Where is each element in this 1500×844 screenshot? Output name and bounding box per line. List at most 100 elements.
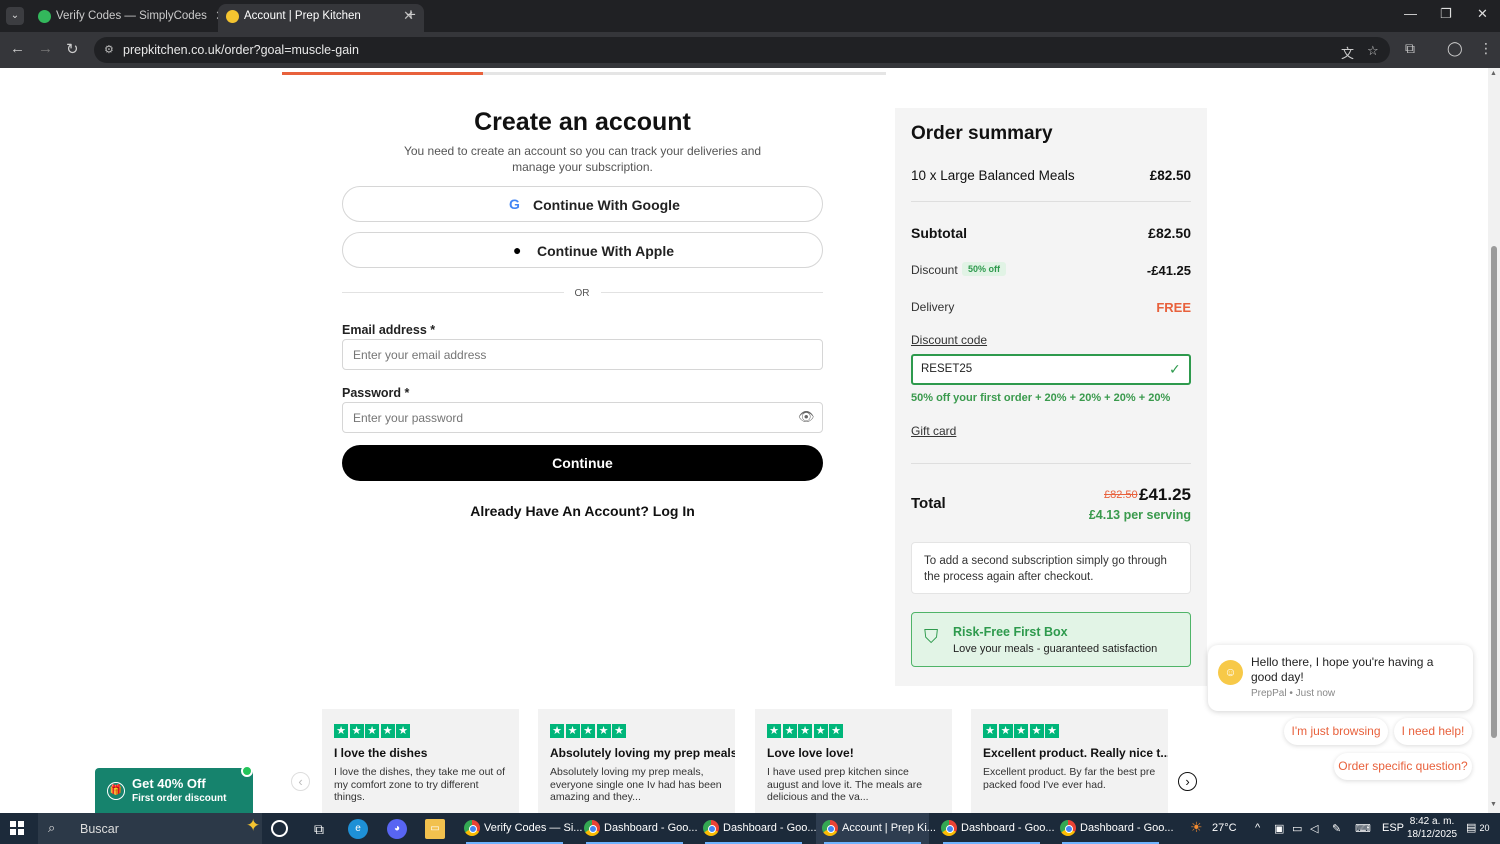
url-text[interactable]: prepkitchen.co.uk/order?goal=muscle-gain xyxy=(123,43,359,57)
file-explorer-icon[interactable]: ▭ xyxy=(425,819,445,839)
google-icon: G xyxy=(509,196,520,212)
edge-icon[interactable]: e xyxy=(348,819,368,839)
search-icon: ⌕ xyxy=(48,820,56,835)
forward-icon[interactable]: → xyxy=(38,40,53,57)
star-icon: ★ xyxy=(1045,724,1059,738)
gift-card-link[interactable]: Gift card xyxy=(911,424,956,438)
star-icon: ★ xyxy=(767,724,781,738)
order-summary-title: Order summary xyxy=(911,123,1053,144)
network-icon[interactable]: ▭ xyxy=(1292,822,1302,835)
star-icon: ★ xyxy=(983,724,997,738)
notification-center-icon[interactable]: ▤ 20 xyxy=(1466,821,1489,834)
volume-icon[interactable]: ◁ xyxy=(1310,822,1318,835)
item-label: 10 x Large Balanced Meals xyxy=(911,168,1075,183)
meet-now-icon[interactable]: ▣ xyxy=(1274,822,1284,835)
browser-menu-icon[interactable]: ⋮ xyxy=(1479,40,1493,57)
window-close-icon[interactable]: ✕ xyxy=(1477,6,1488,22)
trustpilot-stars: ★ ★ ★ ★ ★ xyxy=(334,721,412,739)
total-price: £41.25 xyxy=(1139,485,1191,504)
taskbar-chrome-dashboard[interactable]: Dashboard - Goo... xyxy=(697,813,817,844)
discord-icon[interactable]: ◕ xyxy=(387,819,407,839)
reload-icon[interactable]: ↻ xyxy=(66,40,79,58)
promo-discount-widget[interactable]: 🎁 Get 40% Off First order discount xyxy=(95,768,253,813)
tab-prep-kitchen[interactable]: Account | Prep Kitchen ✕ xyxy=(218,4,424,32)
star-icon: ★ xyxy=(1014,724,1028,738)
tray-overflow-icon[interactable]: ^ xyxy=(1255,822,1260,834)
minimize-icon[interactable]: — xyxy=(1404,6,1417,21)
scroll-down-icon[interactable]: ▼ xyxy=(1490,801,1497,808)
chrome-icon xyxy=(1060,820,1076,836)
review-title: I love the dishes xyxy=(334,746,428,760)
taskbar-chrome-prep-kitchen[interactable]: Account | Prep Ki... xyxy=(816,813,936,844)
chat-reply-browsing[interactable]: I'm just browsing xyxy=(1284,718,1388,745)
taskbar-task-label: Dashboard - Goo... xyxy=(723,822,817,834)
chat-reply-order-question[interactable]: Order specific question? xyxy=(1334,753,1472,780)
task-view-icon[interactable]: ⧉ xyxy=(309,819,329,839)
chat-message-bubble[interactable]: ☺ Hello there, I hope you're having a go… xyxy=(1208,645,1473,711)
risk-free-banner: ⛉ Risk-Free First Box Love your meals - … xyxy=(911,612,1191,667)
discount-code-link[interactable]: Discount code xyxy=(911,333,987,347)
original-price: £82.50 xyxy=(1104,489,1138,501)
review-body: Excellent product. By far the best pre p… xyxy=(983,766,1156,791)
extensions-icon[interactable]: ⧉ xyxy=(1405,40,1415,57)
chrome-icon xyxy=(464,820,480,836)
windows-start-icon[interactable] xyxy=(10,821,24,835)
back-icon[interactable]: ← xyxy=(10,40,25,57)
address-bar[interactable]: ⚙ prepkitchen.co.uk/order?goal=muscle-ga… xyxy=(94,37,1390,63)
or-separator: OR xyxy=(574,288,590,299)
cortana-icon[interactable] xyxy=(271,820,288,837)
taskbar-clock[interactable]: 8:42 a. m. 18/12/2025 xyxy=(1404,815,1460,841)
email-input[interactable] xyxy=(342,339,823,370)
star-icon: ★ xyxy=(334,724,348,738)
new-tab-icon[interactable]: + xyxy=(406,5,416,25)
continue-with-apple-button[interactable]: ● Continue With Apple xyxy=(342,232,823,268)
total-label: Total xyxy=(911,495,946,512)
bookmark-star-icon[interactable]: ☆ xyxy=(1367,43,1379,59)
order-summary-panel: Order summary 10 x Large Balanced Meals … xyxy=(895,108,1207,686)
discount-badge: 50% off xyxy=(962,262,1007,276)
log-in-link[interactable]: Already Have An Account? Log In xyxy=(342,503,823,519)
weather-icon[interactable]: ☀ xyxy=(1190,819,1203,836)
review-card: ★ ★ ★ ★ ★ Absolutely loving my prep meals Ab… xyxy=(538,709,735,813)
risk-free-subtitle: Love your meals - guaranteed satisfactio… xyxy=(953,643,1158,655)
review-title: Love love love! xyxy=(767,746,854,760)
continue-with-google-button[interactable]: G Continue With Google xyxy=(342,186,823,222)
star-icon: ★ xyxy=(349,724,364,738)
chrome-icon xyxy=(584,820,600,836)
profile-icon[interactable]: ◯ xyxy=(1447,40,1463,57)
password-input[interactable] xyxy=(342,402,823,433)
reviews-prev-arrow-icon[interactable]: ‹ xyxy=(291,772,310,791)
discount-code-input[interactable]: RESET25 xyxy=(911,354,1191,385)
site-settings-icon[interactable]: ⚙ xyxy=(104,43,114,56)
subtotal-value: £82.50 xyxy=(1148,225,1191,241)
taskbar-search[interactable]: ⌕ Buscar ✦ xyxy=(38,813,262,844)
show-password-eye-icon[interactable]: 👁 xyxy=(798,409,815,425)
taskbar-chrome-dashboard[interactable]: Dashboard - Goo... xyxy=(935,813,1055,844)
chat-reply-need-help[interactable]: I need help! xyxy=(1394,718,1472,745)
continue-button[interactable]: Continue xyxy=(342,445,823,481)
tab-search-icon[interactable]: ⌄ xyxy=(6,7,24,25)
discount-label: Discount xyxy=(911,263,958,277)
maximize-icon[interactable]: ❐ xyxy=(1440,6,1452,22)
page-scrollbar[interactable]: ▲ ▼ xyxy=(1488,68,1500,813)
weather-temperature[interactable]: 27°C xyxy=(1212,822,1237,834)
keyboard-icon[interactable]: ⌨ xyxy=(1355,822,1371,835)
pen-icon[interactable]: ✎ xyxy=(1332,822,1341,835)
input-language[interactable]: ESP xyxy=(1382,822,1404,834)
taskbar-task-label: Dashboard - Goo... xyxy=(604,822,698,834)
prepkitchen-favicon-icon xyxy=(226,10,239,23)
scrollbar-thumb[interactable] xyxy=(1491,246,1497,738)
taskbar-chrome-dashboard[interactable]: Dashboard - Goo... xyxy=(1054,813,1174,844)
reviews-next-arrow-icon[interactable]: › xyxy=(1178,772,1197,791)
translate-icon[interactable]: 文 xyxy=(1341,43,1354,62)
tab-verify-codes[interactable]: Verify Codes — SimplyCodes ✕ xyxy=(30,4,236,32)
chat-meta: PrepPal • Just now xyxy=(1251,688,1336,699)
star-icon: ★ xyxy=(581,724,595,738)
summary-divider xyxy=(911,463,1191,464)
taskbar-task-label: Account | Prep Ki... xyxy=(842,822,936,834)
scroll-up-icon[interactable]: ▲ xyxy=(1490,70,1497,77)
taskbar-chrome-dashboard[interactable]: Dashboard - Goo... xyxy=(578,813,698,844)
review-card: ★ ★ ★ ★ ★ Love love love! I have used prep k… xyxy=(755,709,952,813)
summary-divider xyxy=(911,201,1191,202)
taskbar-chrome-verify-codes[interactable]: Verify Codes — Si... xyxy=(458,813,582,844)
